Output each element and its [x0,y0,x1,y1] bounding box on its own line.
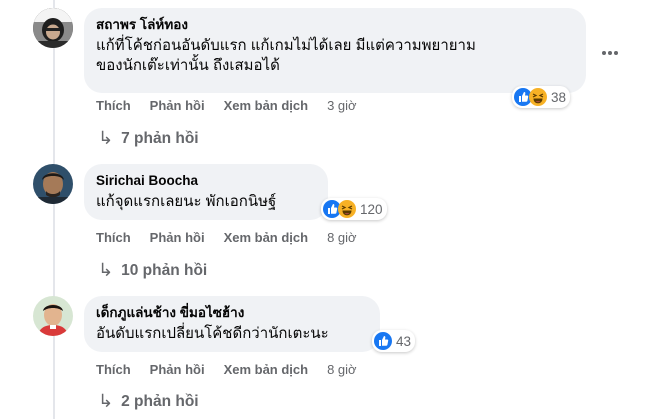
replies-count-label: 7 phản hồi [121,129,199,147]
comment-timestamp[interactable]: 8 giờ [327,362,357,377]
view-replies-link[interactable]: ↳ 2 phản hồi [98,391,199,412]
comment-timestamp[interactable]: 3 giờ [327,98,357,113]
reaction-summary[interactable]: 43 [372,330,416,352]
translate-button[interactable]: Xem bản dịch [224,230,309,245]
reply-button[interactable]: Phản hồi [150,98,205,113]
translate-button[interactable]: Xem bản dịch [224,98,309,113]
replies-count-label: 2 phản hồi [121,392,199,410]
like-icon [374,332,392,350]
reply-button[interactable]: Phản hồi [150,230,205,245]
avatar-photo [33,296,73,336]
like-button[interactable]: Thích [96,98,131,113]
comment-author[interactable]: สถาพร โล่ห์ทอง [96,16,574,34]
avatar-photo [33,164,73,204]
reaction-count: 43 [396,333,412,349]
more-options-icon[interactable] [601,42,619,58]
haha-icon [529,88,547,106]
comment-actions: Thích Phản hồi Xem bản dịch 8 giờ [96,230,357,245]
reaction-summary[interactable]: 38 [512,86,571,108]
avatar[interactable] [33,8,73,48]
thread-line [53,0,55,419]
comment-author[interactable]: เด็กภูแล่นช้าง ขี่มอไซฮ้าง [96,304,368,322]
comment-text: แก้จุดแรกเลยนะ พักเอกนิษฐ์ [96,193,277,210]
haha-icon [338,200,356,218]
view-replies-link[interactable]: ↳ 10 phản hồi [98,260,207,281]
avatar-photo [33,8,73,48]
comment-actions: Thích Phản hồi Xem bản dịch 3 giờ [96,98,357,113]
comment-text: อันดับแรกเปลี่ยนโค้ชดีกว่านักเตะนะ [96,325,329,342]
comment-timestamp[interactable]: 8 giờ [327,230,357,245]
translate-button[interactable]: Xem bản dịch [224,362,309,377]
reply-arrow-icon: ↳ [98,260,114,280]
reply-arrow-icon: ↳ [98,128,114,148]
replies-count-label: 10 phản hồi [121,261,208,279]
like-button[interactable]: Thích [96,230,131,245]
avatar[interactable] [33,296,73,336]
reply-button[interactable]: Phản hồi [150,362,205,377]
like-button[interactable]: Thích [96,362,131,377]
avatar[interactable] [33,164,73,204]
comment-bubble: สถาพร โล่ห์ทอง แก้ที่โค้ชก่อนอันดับแรก แ… [84,8,586,93]
reaction-summary[interactable]: 120 [321,198,387,220]
comment-actions: Thích Phản hồi Xem bản dịch 8 giờ [96,362,357,377]
view-replies-link[interactable]: ↳ 7 phản hồi [98,128,199,149]
reaction-count: 120 [360,201,383,217]
comment-author[interactable]: Sirichai Boocha [96,172,316,190]
comment-bubble: เด็กภูแล่นช้าง ขี่มอไซฮ้าง อันดับแรกเปลี… [84,296,380,352]
comment-text: แก้ที่โค้ชก่อนอันดับแรก แก้เกมไม่ได้เลย … [96,37,476,74]
comment-bubble: Sirichai Boocha แก้จุดแรกเลยนะ พักเอกนิษ… [84,164,328,220]
reaction-count: 38 [551,89,567,105]
reply-arrow-icon: ↳ [98,391,114,411]
